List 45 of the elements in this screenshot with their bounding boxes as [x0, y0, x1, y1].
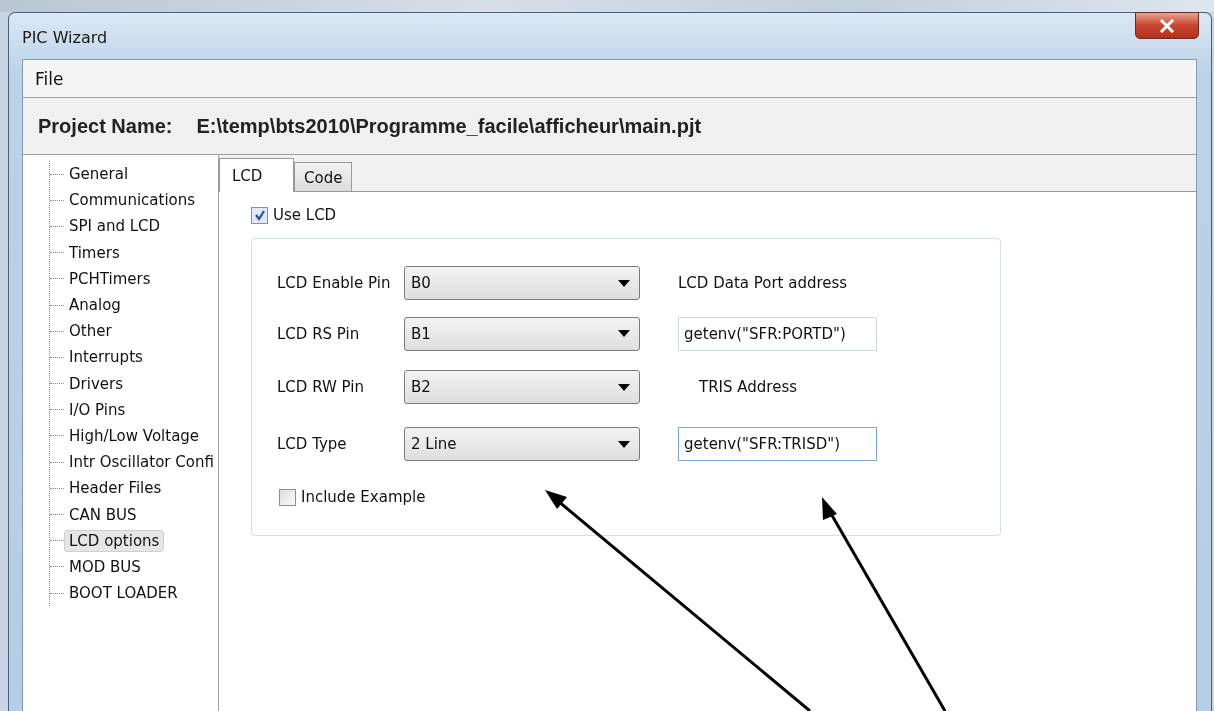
tree-item[interactable]: Other — [64, 320, 117, 343]
project-label: Project Name: — [38, 114, 173, 138]
close-icon — [1159, 18, 1175, 33]
checkbox-label: Use LCD — [273, 206, 337, 224]
tree-item[interactable]: Timers — [64, 241, 125, 264]
tab[interactable]: Code — [294, 162, 353, 192]
tree-item[interactable]: General — [64, 163, 134, 186]
tree-item[interactable]: Interrupts — [64, 346, 148, 369]
tree-item[interactable]: Intr Oscillator Confi — [64, 451, 218, 474]
checkbox[interactable] — [251, 206, 268, 224]
field-label: LCD Enable Pin — [277, 274, 392, 292]
tree-item[interactable]: PCHTimers — [64, 267, 156, 290]
project-path: E:\temp\bts2010\Programme_facile\afficheur\main.pjt — [196, 114, 702, 138]
text-field[interactable]: getenv("SFR:PORTD") — [678, 316, 877, 351]
tree-item[interactable]: I/O Pins — [64, 398, 131, 421]
dropdown[interactable]: B0 — [404, 266, 640, 300]
caret-icon — [618, 279, 630, 287]
field-label: LCD RW Pin — [277, 378, 365, 396]
caret-icon — [618, 440, 630, 448]
field-label: LCD Type — [277, 435, 348, 453]
tree-item[interactable]: Drivers — [64, 372, 128, 395]
dropdown[interactable]: B2 — [404, 370, 640, 404]
checkbox[interactable] — [279, 488, 296, 506]
tree-item[interactable]: BOOT LOADER — [64, 582, 183, 605]
tree-item[interactable]: High/Low Voltage — [64, 424, 205, 447]
dropdown[interactable]: 2 Line — [404, 427, 640, 461]
menu-item[interactable]: File — [35, 68, 64, 89]
field-label: TRIS Address — [698, 378, 799, 396]
tree-item[interactable]: LCD options — [64, 529, 165, 552]
dropdown[interactable]: B1 — [404, 316, 640, 351]
caret-icon — [618, 383, 630, 391]
tree-item[interactable]: Communications — [64, 189, 201, 212]
window-title: PIC Wizard — [22, 27, 108, 47]
caret-icon — [618, 330, 630, 337]
field-label: LCD Data Port address — [678, 274, 849, 292]
tree-item[interactable]: MOD BUS — [64, 555, 146, 578]
tree-item[interactable]: Analog — [64, 294, 126, 317]
tree-item[interactable]: CAN BUS — [64, 503, 142, 526]
text-field[interactable]: getenv("SFR:TRISD") — [678, 427, 877, 461]
checkbox-label: Include Example — [301, 488, 426, 506]
tree-item[interactable]: SPI and LCD — [64, 215, 166, 238]
field-label: LCD RS Pin — [277, 324, 361, 343]
tree-item[interactable]: Header Files — [64, 477, 167, 500]
tab[interactable]: LCD — [219, 158, 294, 192]
close-button[interactable] — [1135, 12, 1199, 39]
